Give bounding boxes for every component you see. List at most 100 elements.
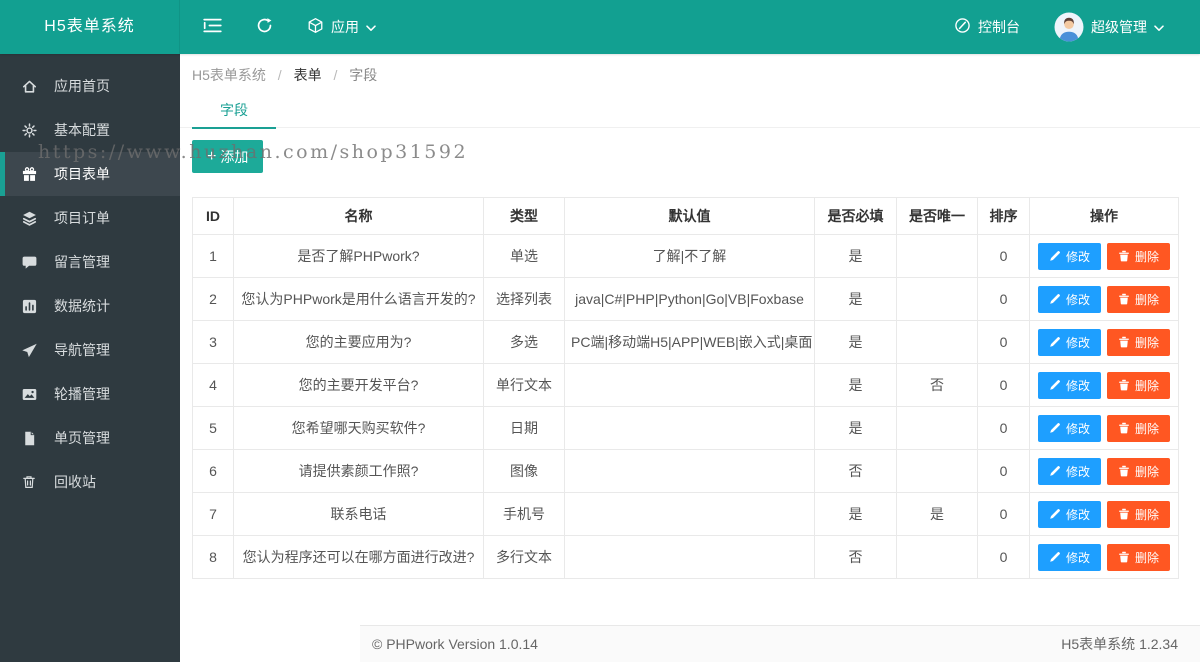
delete-button[interactable]: 删除 <box>1107 457 1171 485</box>
avatar <box>1054 12 1084 42</box>
edit-button-label: 修改 <box>1065 464 1090 479</box>
add-button-label: 添加 <box>220 148 249 165</box>
footer-version: H5表单系统 1.2.34 <box>1061 636 1178 652</box>
top-header: H5表单系统 应用 控制台 超级管理 <box>0 0 1200 54</box>
delete-button[interactable]: 删除 <box>1107 371 1171 399</box>
app-menu[interactable]: 应用 <box>290 0 393 54</box>
sidebar-item-plane[interactable]: 导航管理 <box>0 328 180 372</box>
pencil-icon <box>1049 293 1061 305</box>
refresh-button[interactable] <box>239 0 290 54</box>
cell-id: 3 <box>192 320 234 364</box>
console-label: 控制台 <box>978 19 1020 35</box>
cell-actions: 修改 删除 <box>1029 406 1179 450</box>
cell-id: 6 <box>192 449 234 493</box>
table-row: 3 您的主要应用为? 多选 PC端|移动端H5|APP|WEB|嵌入式|桌面是 0 修改 删… <box>192 320 1179 364</box>
sidebar-item-comment[interactable]: 留言管理 <box>0 240 180 284</box>
pencil-icon <box>1049 379 1061 391</box>
user-name: 超级管理 <box>1091 19 1147 35</box>
cell-actions: 修改 删除 <box>1029 234 1179 278</box>
column-header: 是否必填 <box>814 197 897 235</box>
cell-default <box>564 449 815 493</box>
sidebar-item-gift[interactable]: 项目表单 <box>0 152 180 196</box>
cell-unique <box>896 535 978 579</box>
sidebar-item-layers[interactable]: 项目订单 <box>0 196 180 240</box>
delete-button[interactable]: 删除 <box>1107 328 1171 356</box>
edit-button-label: 修改 <box>1065 421 1090 436</box>
cell-required: 是 <box>814 234 897 278</box>
sidebar-item-image[interactable]: 轮播管理 <box>0 372 180 416</box>
sidebar-collapse-button[interactable] <box>186 0 239 54</box>
column-header: 名称 <box>233 197 484 235</box>
fields-table: ID 名称 类型 默认值 是否必填 是否唯一 排序 操作 1 是否了解PHPwork? 单选 了解|… <box>192 197 1179 579</box>
user-menu[interactable]: 超级管理 <box>1042 0 1176 54</box>
sidebar-item-label: 单页管理 <box>54 430 110 446</box>
sidebar-item-label: 基本配置 <box>54 122 110 138</box>
console-button[interactable]: 控制台 <box>942 0 1032 54</box>
column-header: ID <box>192 197 234 235</box>
table-body: 1 是否了解PHPwork? 单选 了解|不了解是 0 修改 删除 2 您认为PHPwork是用… <box>192 234 1179 579</box>
sidebar-item-label: 项目表单 <box>54 166 110 182</box>
delete-button-label: 删除 <box>1135 464 1160 479</box>
gear-icon <box>20 121 38 139</box>
cell-sort: 0 <box>977 277 1030 321</box>
edit-button[interactable]: 修改 <box>1037 457 1101 485</box>
trash-icon <box>20 473 38 491</box>
edit-button[interactable]: 修改 <box>1037 500 1101 528</box>
cell-actions: 修改 删除 <box>1029 363 1179 407</box>
chevron-down-icon <box>366 19 376 35</box>
trash-icon <box>1118 508 1130 520</box>
cell-type: 多行文本 <box>483 535 565 579</box>
cell-required: 是 <box>814 363 897 407</box>
tab-fields[interactable]: 字段 <box>192 92 276 129</box>
add-button[interactable]: + 添加 <box>192 140 264 173</box>
cell-type: 日期 <box>483 406 565 450</box>
cell-name: 您的主要开发平台? <box>233 363 484 407</box>
edit-button[interactable]: 修改 <box>1037 414 1101 442</box>
edit-button[interactable]: 修改 <box>1037 543 1101 571</box>
cell-required: 是 <box>814 320 897 364</box>
cell-name: 请提供素颜工作照? <box>233 449 484 493</box>
cell-required: 是 <box>814 406 897 450</box>
breadcrumb-separator: / <box>333 67 338 83</box>
cell-sort: 0 <box>977 320 1030 364</box>
breadcrumb-home-link[interactable]: H5表单系统 <box>192 67 266 83</box>
sidebar-item-gear[interactable]: 基本配置 <box>0 108 180 152</box>
cell-required: 是 <box>814 492 897 536</box>
layers-icon <box>20 209 38 227</box>
image-icon <box>20 385 38 403</box>
sidebar-item-label: 项目订单 <box>54 210 110 226</box>
delete-button[interactable]: 删除 <box>1107 242 1171 270</box>
cell-required: 是 <box>814 277 897 321</box>
cell-sort: 0 <box>977 492 1030 536</box>
sidebar-item-home[interactable]: 应用首页 <box>0 64 180 108</box>
delete-button[interactable]: 删除 <box>1107 543 1171 571</box>
breadcrumb-form-link[interactable]: 表单 <box>294 67 322 83</box>
cell-sort: 0 <box>977 363 1030 407</box>
delete-button-label: 删除 <box>1135 378 1160 393</box>
pencil-icon <box>1049 422 1061 434</box>
sidebar-item-file[interactable]: 单页管理 <box>0 416 180 460</box>
sidebar-item-trash[interactable]: 回收站 <box>0 460 180 504</box>
column-header: 排序 <box>977 197 1030 235</box>
pencil-icon <box>1049 508 1061 520</box>
plane-icon <box>20 341 38 359</box>
cell-actions: 修改 删除 <box>1029 449 1179 493</box>
pencil-icon <box>1049 551 1061 563</box>
cell-default: java|C#|PHP|Python|Go|VB|Foxbase <box>564 277 815 321</box>
sidebar-item-label: 回收站 <box>54 474 96 490</box>
cell-actions: 修改 删除 <box>1029 535 1179 579</box>
edit-button[interactable]: 修改 <box>1037 242 1101 270</box>
cell-default <box>564 535 815 579</box>
cell-name: 您认为程序还可以在哪方面进行改进? <box>233 535 484 579</box>
edit-button[interactable]: 修改 <box>1037 371 1101 399</box>
cell-sort: 0 <box>977 449 1030 493</box>
sidebar-item-chart[interactable]: 数据统计 <box>0 284 180 328</box>
edit-button[interactable]: 修改 <box>1037 328 1101 356</box>
edit-button-label: 修改 <box>1065 292 1090 307</box>
delete-button[interactable]: 删除 <box>1107 414 1171 442</box>
edit-button[interactable]: 修改 <box>1037 285 1101 313</box>
edit-button-label: 修改 <box>1065 335 1090 350</box>
edit-button-label: 修改 <box>1065 550 1090 565</box>
delete-button[interactable]: 删除 <box>1107 500 1171 528</box>
delete-button[interactable]: 删除 <box>1107 285 1171 313</box>
